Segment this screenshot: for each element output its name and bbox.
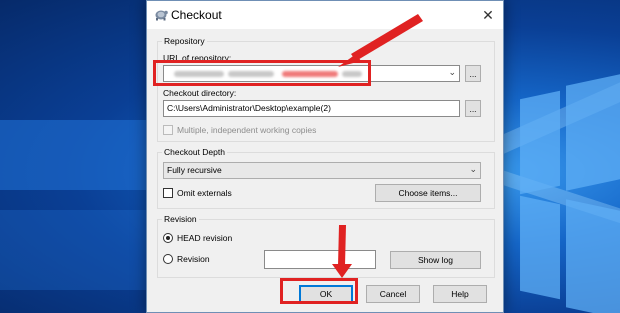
annotation-arrowhead-ok bbox=[332, 264, 352, 278]
annotation-arrow-url bbox=[351, 14, 423, 61]
annotation-arrow-ok bbox=[338, 225, 346, 266]
annotation-arrows bbox=[332, 14, 423, 278]
